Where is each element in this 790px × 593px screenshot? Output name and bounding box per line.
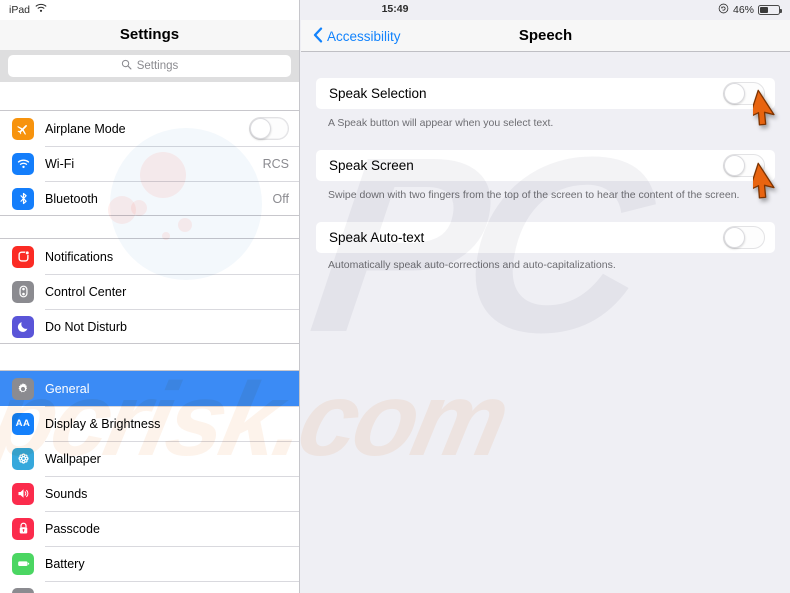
sidebar-group-system: General AA Display & Brightness Wallpape…: [0, 370, 299, 593]
search-placeholder: Settings: [136, 60, 179, 72]
control-center-icon: [12, 280, 34, 303]
speak-auto-text-toggle[interactable]: [723, 226, 765, 249]
sidebar-item-bluetooth[interactable]: Bluetooth Off: [0, 181, 299, 216]
footer-speak-auto-text: Automatically speak auto-corrections and…: [328, 259, 616, 271]
search-band: Settings: [0, 50, 299, 82]
privacy-hand-icon: [12, 587, 34, 593]
row-label: Speak Selection: [329, 86, 427, 101]
sidebar-item-airplane-mode[interactable]: Airplane Mode: [0, 111, 299, 146]
ipad-settings-screen: Settings Settings Airplane Mode Wi-Fi RC…: [0, 0, 790, 593]
wifi-icon: [12, 152, 34, 175]
sidebar-item-display-brightness[interactable]: AA Display & Brightness: [0, 406, 299, 441]
sidebar-item-label: Passcode: [45, 521, 100, 536]
sidebar-item-passcode[interactable]: Passcode: [0, 511, 299, 546]
battery-icon: [12, 552, 34, 575]
sidebar-item-label: Airplane Mode: [45, 121, 126, 136]
text-size-icon: AA: [12, 412, 34, 435]
airplane-mode-toggle[interactable]: [249, 117, 289, 140]
cursor-pointing-speak-selection-toggle: [748, 89, 790, 133]
status-bar-right: 46%: [718, 3, 782, 17]
footer-speak-selection: A Speak button will appear when you sele…: [328, 117, 554, 129]
notifications-icon: [12, 245, 34, 268]
moon-icon: [12, 315, 34, 338]
sidebar-item-label: Control Center: [45, 284, 127, 299]
rotation-lock-icon: [718, 3, 729, 17]
sidebar-item-label: Battery: [45, 556, 85, 571]
row-label: Speak Screen: [329, 158, 414, 173]
footer-speak-screen: Swipe down with two fingers from the top…: [328, 189, 740, 201]
sidebar-title: Settings: [119, 26, 180, 43]
bluetooth-value: Off: [272, 191, 289, 206]
battery-percent-label: 46%: [732, 4, 754, 16]
sidebar-item-label: Wallpaper: [45, 451, 101, 466]
sidebar-item-control-center[interactable]: Control Center: [0, 274, 299, 309]
wallpaper-icon: [12, 447, 34, 470]
sidebar-item-general[interactable]: General: [0, 371, 299, 406]
search-input[interactable]: Settings: [8, 55, 291, 77]
sidebar-item-label: Wi-Fi: [45, 156, 75, 171]
cursor-pointing-speak-screen-toggle: [748, 162, 790, 206]
row-label: Speak Auto-text: [329, 230, 425, 245]
speech-detail-pane: Accessibility Speech Speak Selection A S…: [301, 0, 790, 593]
sidebar-item-label: Do Not Disturb: [45, 319, 127, 334]
sidebar-item-label: Sounds: [45, 486, 88, 501]
page-title: Speech: [518, 27, 573, 44]
lock-icon: [12, 517, 34, 540]
status-bar-clock: 15:49: [381, 3, 409, 15]
sidebar-item-wifi[interactable]: Wi-Fi RCS: [0, 146, 299, 181]
sidebar-item-sounds[interactable]: Sounds: [0, 476, 299, 511]
row-speak-screen[interactable]: Speak Screen: [316, 150, 775, 181]
text-size-glyph: AA: [15, 418, 31, 429]
airplane-icon: [12, 117, 34, 140]
sidebar-group-notifications: Notifications Control Center Do Not Dist…: [0, 238, 299, 344]
battery-icon: [758, 5, 782, 15]
sidebar-item-label: General: [45, 381, 90, 396]
sidebar-item-battery[interactable]: Battery: [0, 546, 299, 581]
sounds-icon: [12, 482, 34, 505]
settings-sidebar: Settings Settings Airplane Mode Wi-Fi RC…: [0, 0, 300, 593]
sidebar-item-label: Display & Brightness: [45, 416, 161, 431]
row-speak-auto-text[interactable]: Speak Auto-text: [316, 222, 775, 253]
sidebar-group-connectivity: Airplane Mode Wi-Fi RCS Bluetooth Off: [0, 110, 299, 216]
wifi-value: RCS: [262, 156, 289, 171]
sidebar-item-notifications[interactable]: Notifications: [0, 239, 299, 274]
sidebar-item-wallpaper[interactable]: Wallpaper: [0, 441, 299, 476]
search-icon: [121, 57, 132, 75]
status-bar: iPad 15:49 46%: [0, 0, 790, 20]
sidebar-item-privacy[interactable]: [0, 581, 299, 593]
sidebar-item-label: Bluetooth: [45, 191, 98, 206]
row-speak-selection[interactable]: Speak Selection: [316, 78, 775, 109]
gear-icon: [12, 377, 34, 400]
bluetooth-icon: [12, 187, 34, 210]
sidebar-item-label: Notifications: [45, 249, 114, 264]
sidebar-item-do-not-disturb[interactable]: Do Not Disturb: [0, 309, 299, 344]
